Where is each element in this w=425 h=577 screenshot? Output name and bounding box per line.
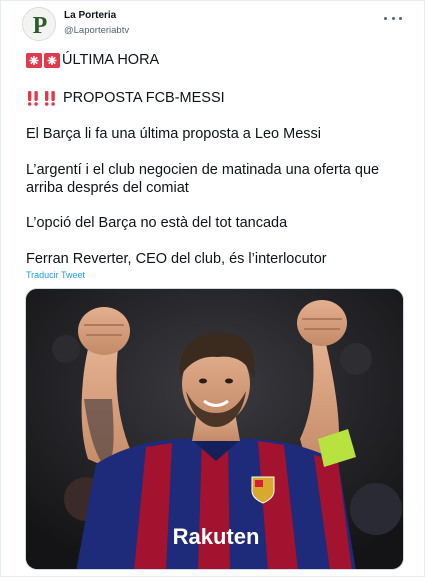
avatar[interactable]: P bbox=[22, 7, 56, 41]
tweet-paragraph-2b: arriba després del comiat bbox=[26, 180, 189, 196]
double-exclamation-icon bbox=[44, 90, 55, 106]
tweet-paragraph-2a: L’argentí i el club negocien de matinada… bbox=[26, 162, 380, 178]
more-dots-icon bbox=[384, 16, 387, 20]
tweet-header: P La Porteria @Laporteriabtv bbox=[22, 7, 406, 41]
more-dots-icon bbox=[399, 16, 402, 20]
more-options-button[interactable] bbox=[384, 11, 402, 25]
translate-tweet-link[interactable]: Traducir Tweet bbox=[26, 270, 85, 280]
jersey-sponsor-text: Rakuten bbox=[173, 524, 260, 549]
avatar-letter: P bbox=[33, 13, 48, 39]
avatar-logo-icon: P bbox=[23, 8, 55, 40]
police-siren-icon bbox=[44, 52, 60, 68]
tweet-paragraph-3: L’opció del Barça no està del tot tancad… bbox=[26, 215, 288, 231]
tweet-paragraph-4: Ferran Reverter, CEO del club, és l’inte… bbox=[26, 251, 327, 267]
tweet-line-proposal: PROPOSTA FCB-MESSI bbox=[26, 89, 225, 107]
tweet-line-breaking: ÚLTIMA HORA bbox=[26, 51, 159, 69]
tweet-line2-text: PROPOSTA FCB-MESSI bbox=[63, 90, 225, 106]
tweet-card: P La Porteria @Laporteriabtv ÚLTIMA HORA bbox=[0, 0, 425, 577]
more-dots-icon bbox=[391, 16, 395, 20]
police-siren-icon bbox=[26, 52, 42, 68]
tweet-line1-text: ÚLTIMA HORA bbox=[62, 52, 160, 68]
double-exclamation-icon bbox=[27, 90, 38, 106]
tweet-media-photo[interactable]: Rakuten bbox=[25, 288, 404, 570]
player-celebration-image: Rakuten bbox=[26, 289, 403, 569]
tweet-paragraph-1: El Barça li fa una última proposta a Leo… bbox=[26, 126, 321, 142]
account-handle[interactable]: @Laporteriabtv bbox=[64, 25, 129, 36]
account-name[interactable]: La Porteria bbox=[64, 10, 116, 21]
